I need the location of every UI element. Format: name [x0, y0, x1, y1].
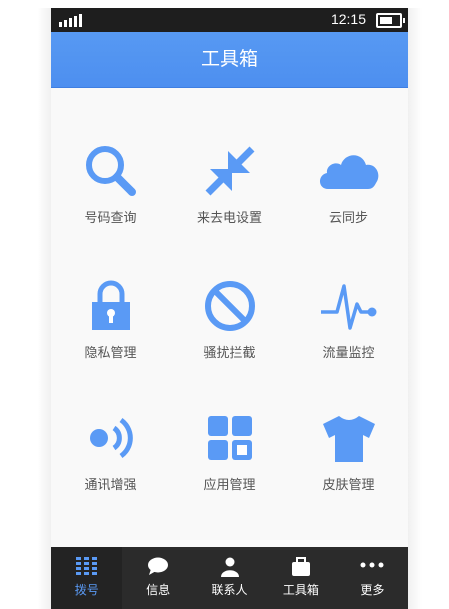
- tool-label: 通讯增强: [84, 478, 137, 493]
- tool-signal-boost[interactable]: 通讯增强: [51, 410, 170, 520]
- person-icon: [220, 557, 239, 577]
- chat-bubble-icon: [148, 557, 169, 575]
- signal-bars-icon: [59, 13, 82, 27]
- tool-skin-manager[interactable]: 皮肤管理: [289, 410, 408, 520]
- signal-wave-icon: [89, 417, 133, 459]
- tab-more[interactable]: 更多: [337, 547, 408, 609]
- tool-label: 骚扰拦截: [203, 346, 256, 361]
- bottom-tab-bar: 拨号 信息 联系人 工具箱 更多: [51, 547, 408, 609]
- tool-number-lookup[interactable]: 号码查询: [51, 143, 170, 253]
- tool-label: 号码查询: [84, 211, 137, 226]
- toolbox-icon: [291, 557, 310, 576]
- lock-icon: [91, 280, 130, 330]
- shrink-arrows-icon: [205, 146, 254, 196]
- dialpad-icon: [75, 557, 97, 575]
- page-title: 工具箱: [51, 32, 408, 88]
- tool-call-settings[interactable]: 来去电设置: [170, 143, 289, 253]
- tool-label: 皮肤管理: [322, 478, 375, 493]
- tab-toolbox[interactable]: 工具箱: [265, 547, 336, 609]
- tool-label: 隐私管理: [84, 346, 137, 361]
- tool-traffic-monitor[interactable]: 流量监控: [289, 278, 408, 388]
- tab-label: 更多: [360, 583, 385, 597]
- tool-label: 来去电设置: [196, 211, 262, 226]
- apps-grid-icon: [207, 416, 252, 460]
- tool-app-manager[interactable]: 应用管理: [170, 410, 289, 520]
- search-icon: [85, 146, 136, 196]
- tab-messages[interactable]: 信息: [122, 547, 193, 609]
- tool-privacy[interactable]: 隐私管理: [51, 278, 170, 388]
- tool-spam-block[interactable]: 骚扰拦截: [170, 278, 289, 388]
- cloud-icon: [319, 155, 378, 189]
- status-bar: 12:15: [51, 8, 408, 32]
- left-shadow: [37, 8, 51, 609]
- tool-label: 云同步: [328, 211, 368, 226]
- tool-label: 应用管理: [203, 478, 256, 493]
- tab-label: 联系人: [211, 583, 248, 597]
- tshirt-icon: [322, 416, 375, 462]
- right-shadow: [408, 8, 422, 609]
- tab-contacts[interactable]: 联系人: [194, 547, 265, 609]
- phone-screen: 12:15 工具箱 号码查询 来去电设置 云同步 隐私管理 骚扰拦截 流量监控 …: [51, 8, 408, 609]
- battery-icon: [376, 13, 405, 28]
- tool-label: 流量监控: [322, 346, 375, 361]
- tab-label: 拨号: [74, 583, 99, 597]
- tool-cloud-sync[interactable]: 云同步: [289, 143, 408, 253]
- tab-label: 信息: [146, 583, 171, 597]
- block-icon: [204, 281, 255, 331]
- pulse-icon: [320, 284, 376, 330]
- tab-dialpad[interactable]: 拨号: [51, 547, 123, 609]
- more-dots-icon: [360, 562, 384, 568]
- status-time: 12:15: [330, 11, 366, 27]
- tab-label: 工具箱: [282, 583, 319, 597]
